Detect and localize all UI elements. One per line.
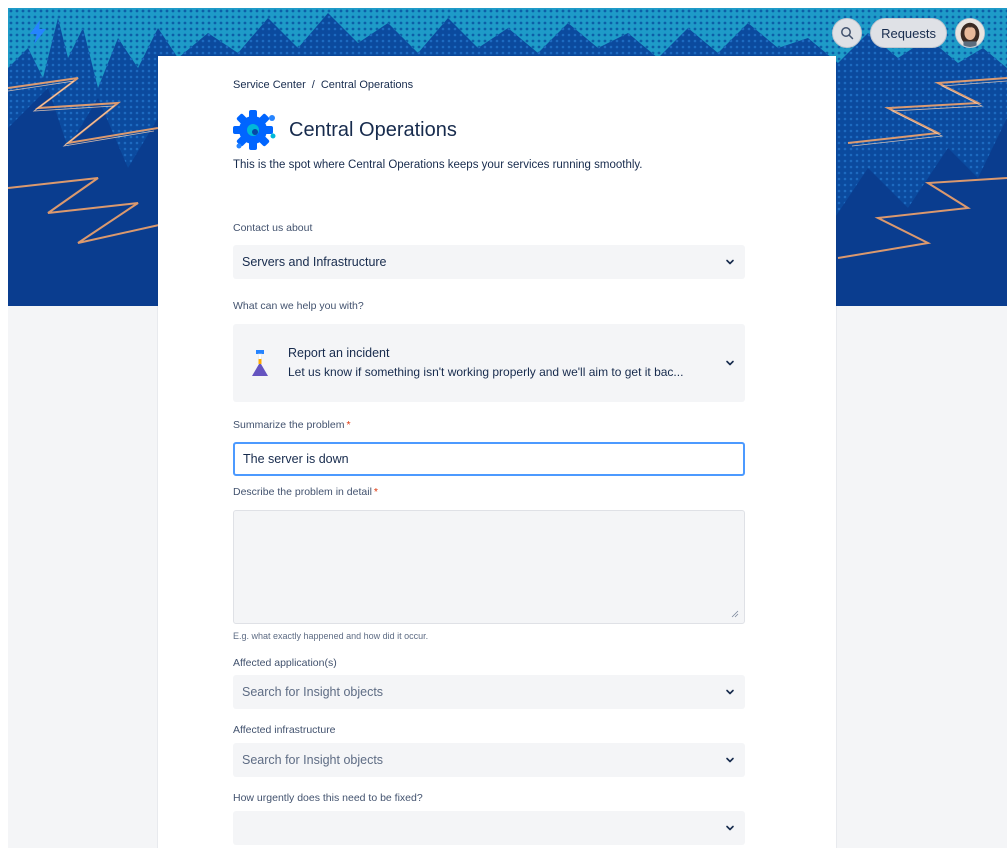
details-label: Describe the problem in detail * xyxy=(233,486,378,498)
request-type-name: Report an incident xyxy=(288,346,390,360)
request-form-card: Service Center / Central Operations Cent… xyxy=(158,56,836,848)
user-avatar[interactable] xyxy=(955,18,985,48)
user-avatar-image xyxy=(956,19,984,47)
portal-window: Requests Service Center / Central Operat… xyxy=(8,8,1007,848)
search-icon xyxy=(841,27,854,40)
request-type-label: What can we help you with? xyxy=(233,300,364,312)
gear-icon xyxy=(233,110,276,150)
affected-apps-label: Affected application(s) xyxy=(233,657,337,669)
lightning-bolt-icon[interactable] xyxy=(28,20,48,44)
breadcrumb: Service Center / Central Operations xyxy=(233,79,413,91)
details-textarea[interactable] xyxy=(233,510,745,624)
contact-about-value: Servers and Infrastructure xyxy=(242,255,387,269)
affected-apps-select[interactable]: Search for Insight objects xyxy=(233,675,745,709)
resize-handle-icon[interactable] xyxy=(731,610,739,618)
request-type-select[interactable]: Report an incident Let us know if someth… xyxy=(233,324,745,402)
contact-about-label: Contact us about xyxy=(233,222,313,234)
page-title: Central Operations xyxy=(289,118,457,141)
search-button[interactable] xyxy=(832,18,863,48)
affected-infra-select[interactable]: Search for Insight objects xyxy=(233,743,745,777)
details-label-text: Describe the problem in detail xyxy=(233,486,372,498)
breadcrumb-root[interactable]: Service Center xyxy=(233,79,306,91)
chevron-down-icon xyxy=(726,360,734,366)
chevron-down-icon xyxy=(726,757,734,763)
summary-input[interactable] xyxy=(233,442,745,476)
contact-about-select[interactable]: Servers and Infrastructure xyxy=(233,245,745,279)
required-marker: * xyxy=(373,486,378,498)
breadcrumb-current[interactable]: Central Operations xyxy=(321,79,413,91)
affected-apps-placeholder: Search for Insight objects xyxy=(242,685,384,699)
portal-description: This is the spot where Central Operation… xyxy=(233,159,643,171)
affected-infra-label: Affected infrastructure xyxy=(233,724,336,736)
summary-label: Summarize the problem * xyxy=(233,419,351,431)
breadcrumb-separator: / xyxy=(311,79,315,91)
chevron-down-icon xyxy=(726,689,734,695)
urgency-label: How urgently does this need to be fixed? xyxy=(233,792,423,804)
urgency-select[interactable] xyxy=(233,811,745,845)
hourglass-icon xyxy=(252,350,268,376)
portal-header: Central Operations xyxy=(233,108,457,152)
summary-label-text: Summarize the problem xyxy=(233,419,345,431)
chevron-down-icon xyxy=(726,259,734,265)
details-help-text: E.g. what exactly happened and how did i… xyxy=(233,631,429,641)
required-marker: * xyxy=(346,419,351,431)
affected-infra-placeholder: Search for Insight objects xyxy=(242,753,384,767)
header-actions: Requests xyxy=(832,18,985,48)
chevron-down-icon xyxy=(726,825,734,831)
request-type-description: Let us know if something isn't working p… xyxy=(288,365,684,379)
requests-button[interactable]: Requests xyxy=(870,18,947,48)
